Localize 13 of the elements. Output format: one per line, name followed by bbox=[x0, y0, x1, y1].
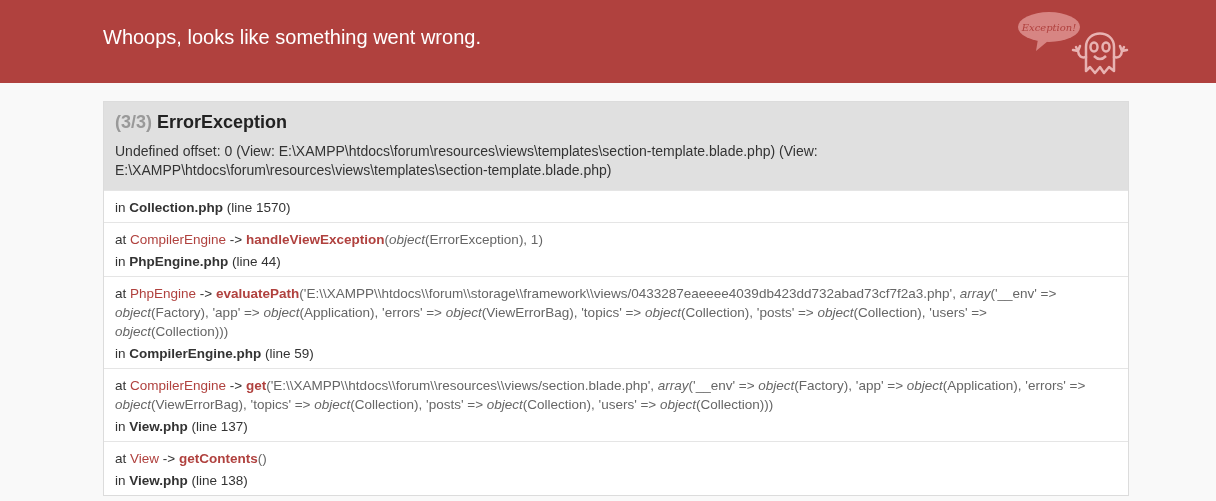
call-line: at PhpEngine -> evaluatePath('E:\\XAMPP\\htdocs\\forum\\storage\\framework\\views/0433287eaeeee4039db423dd732abad73cf7f2a3.php', array('__env' => object(Factory), 'app' => object(Application), 'errors' => object(ViewErrorBag), 'topics' => object(Collection), 'posts' => object(Collection), 'users' => object(Collection))) bbox=[115, 285, 1058, 341]
call-line: at CompilerEngine -> get('E:\\XAMPP\\htdocs\\forum\\resources\\views/section.blade.php', array('__env' => object(Factory), 'app' => object(Application), 'errors' => object(ViewErrorBag), 'topics' => object(Collection), 'posts' => object(Collection), 'users' => object(Collection))) bbox=[115, 377, 1087, 414]
file-location: in PhpEngine.php (line 44) bbox=[115, 253, 281, 271]
ghost-logo-drawing: Exception! bbox=[1016, 6, 1136, 77]
file-location: in CompilerEngine.php (line 59) bbox=[115, 345, 314, 363]
file-location: in View.php (line 137) bbox=[115, 418, 248, 436]
exception-title: (3/3) ErrorException bbox=[115, 111, 288, 133]
call-line: at CompilerEngine -> handleViewException(object(ErrorException), 1) bbox=[115, 231, 544, 249]
page-title: Whoops, looks like something went wrong. bbox=[103, 24, 481, 50]
exception-message: Undefined offset: 0 (View: E:\XAMPP\htdocs\forum\resources\views\templates\section-template.blade.php) (View: E:\XAMPP\htdocs\forum\resources\views\templates\section-template.blade.php) bbox=[115, 142, 819, 180]
file-location: in View.php (line 138) bbox=[115, 472, 248, 490]
call-line: at View -> getContents() bbox=[115, 450, 268, 468]
file-location: in Collection.php (line 1570) bbox=[115, 199, 291, 217]
